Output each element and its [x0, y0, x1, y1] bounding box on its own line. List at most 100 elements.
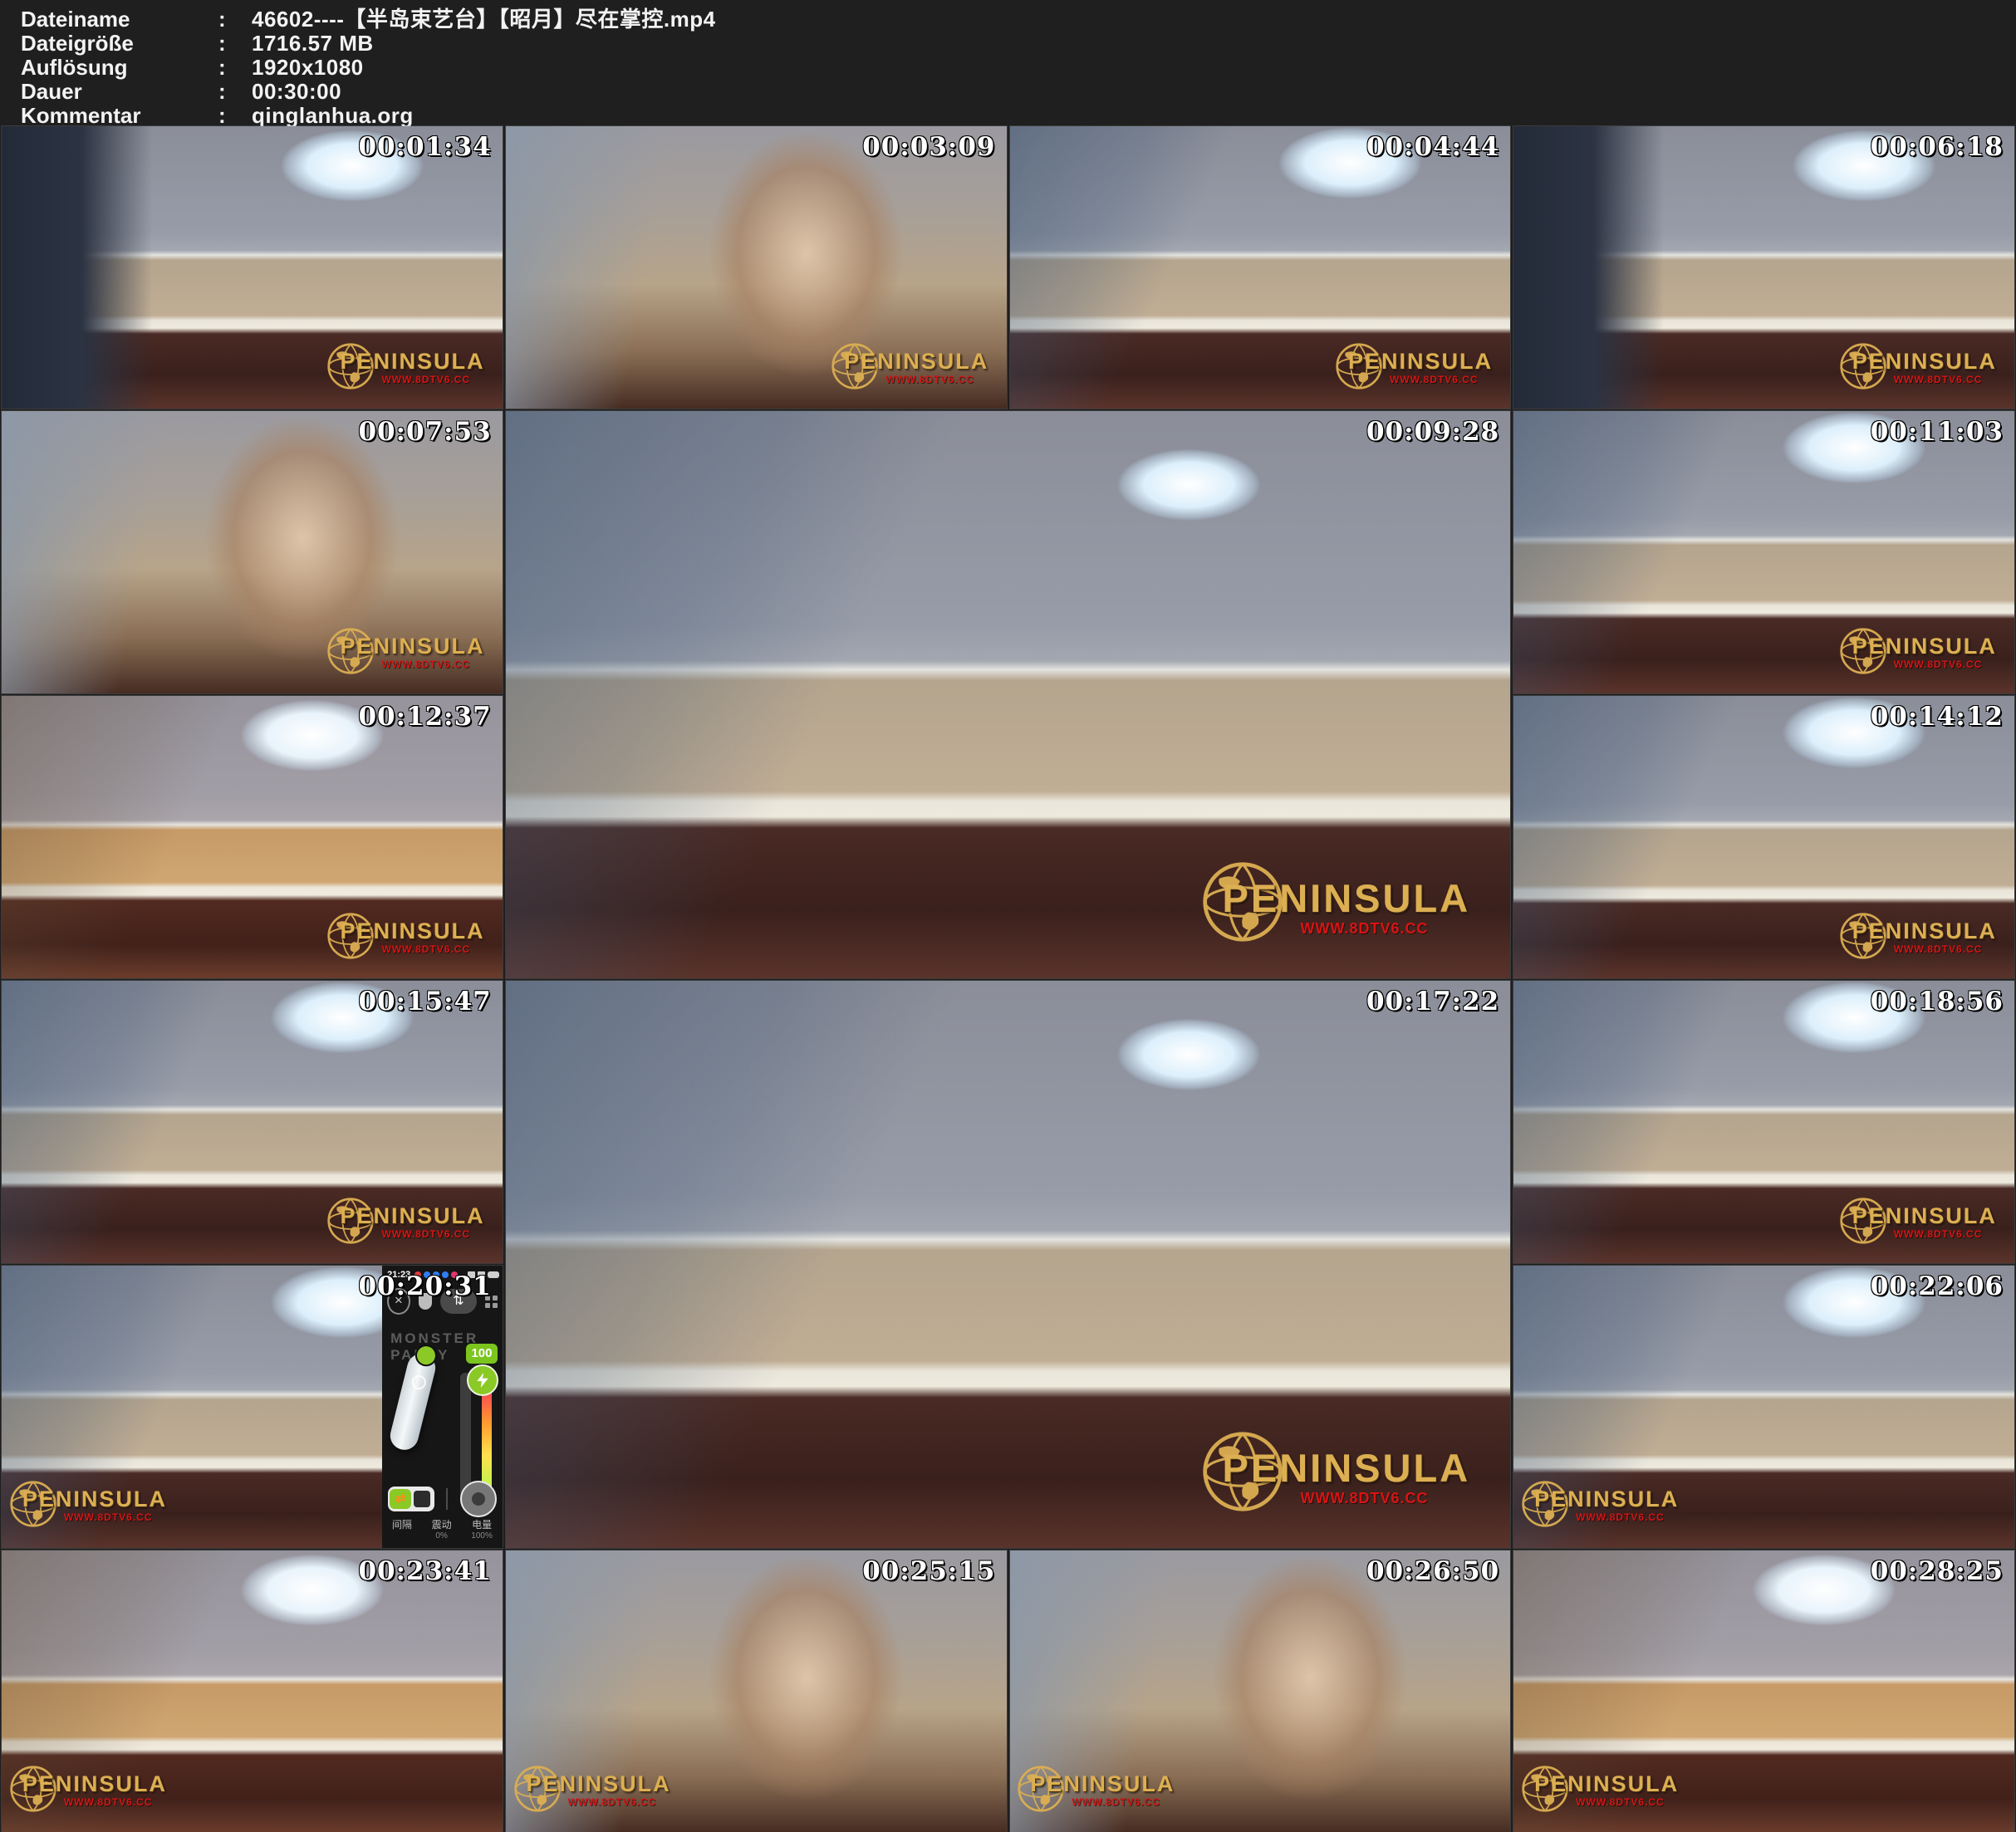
vibration-button — [460, 1481, 497, 1517]
meta-colon: : — [218, 7, 252, 32]
meta-colon: : — [218, 80, 252, 104]
watermark-brand: PENINSULA — [1852, 1203, 1997, 1229]
meta-colon: : — [218, 56, 252, 80]
video-thumbnail: PENINSULA WWW.8DTV6.CC 00:01:34 — [2, 126, 503, 409]
timestamp-badge: 00:26:50 — [1366, 1556, 1499, 1586]
peninsula-watermark: PENINSULA WWW.8DTV6.CC — [328, 632, 486, 685]
watermark-brand: PENINSULA — [844, 349, 988, 375]
peninsula-watermark: PENINSULA WWW.8DTV6.CC — [11, 1485, 169, 1538]
thumbnail-grid: PENINSULA WWW.8DTV6.CC 00:01:34 PENINSUL… — [2, 126, 2014, 1832]
meta-value: 00:30:00 — [252, 80, 341, 104]
phone-label: 间隔 — [392, 1520, 412, 1541]
phone-bottom-controls: ⇄ — [382, 1481, 503, 1517]
watermark-brand: PENINSULA — [527, 1771, 671, 1797]
divider — [446, 1488, 448, 1510]
video-thumbnail: PENINSULA WWW.8DTV6.CC 00:14:12 — [1513, 696, 2014, 978]
peninsula-watermark: PENINSULA WWW.8DTV6.CC — [1204, 1440, 1479, 1531]
video-thumbnail: PENINSULA WWW.8DTV6.CC 00:25:15 — [506, 1550, 1007, 1832]
watermark-url: WWW.8DTV6.CC — [64, 1796, 153, 1808]
watermark-brand: PENINSULA — [1223, 1445, 1471, 1491]
meta-label: Kommentar — [21, 104, 218, 128]
watermark-url: WWW.8DTV6.CC — [1301, 1490, 1429, 1507]
meta-row: Kommentar : qinglanhua.org — [21, 104, 2016, 128]
watermark-brand: PENINSULA — [1348, 349, 1493, 375]
meta-label: Auflösung — [21, 56, 218, 80]
video-thumbnail: PENINSULA WWW.8DTV6.CC 00:26:50 — [1010, 1550, 1511, 1832]
watermark-brand: PENINSULA — [1852, 349, 1997, 375]
peninsula-watermark: PENINSULA WWW.8DTV6.CC — [1523, 1770, 1680, 1823]
video-thumbnail: 21:23 × ⇅ MONSTER PARTY 100 ⇄ — [2, 1266, 503, 1548]
timestamp-badge: 00:15:47 — [358, 987, 491, 1016]
timestamp-badge: 00:04:44 — [1366, 132, 1499, 162]
meta-value: qinglanhua.org — [252, 104, 414, 128]
watermark-brand: PENINSULA — [340, 634, 484, 659]
metadata-header: Dateiname : 46602----【半岛束艺台】【昭月】尽在掌控.mp4… — [0, 0, 2016, 126]
peninsula-watermark: PENINSULA WWW.8DTV6.CC — [832, 347, 990, 400]
timestamp-badge: 00:06:18 — [1871, 132, 2004, 162]
toggle-arrows-icon: ⇄ — [390, 1489, 411, 1509]
phone-label: 电量100% — [471, 1520, 493, 1541]
peninsula-watermark: PENINSULA WWW.8DTV6.CC — [1204, 870, 1479, 962]
timestamp-badge: 00:28:25 — [1871, 1556, 2004, 1586]
video-thumbnail: PENINSULA WWW.8DTV6.CC 00:23:41 — [2, 1550, 503, 1832]
meta-row: Dateiname : 46602----【半岛束艺台】【昭月】尽在掌控.mp4 — [21, 7, 2016, 32]
meta-value: 1920x1080 — [252, 56, 364, 80]
peninsula-watermark: PENINSULA WWW.8DTV6.CC — [328, 1202, 486, 1255]
peninsula-watermark: PENINSULA WWW.8DTV6.CC — [1841, 632, 1999, 685]
watermark-brand: PENINSULA — [340, 349, 484, 375]
timestamp-badge: 00:11:03 — [1871, 417, 2004, 447]
watermark-brand: PENINSULA — [1534, 1487, 1679, 1512]
video-thumbnail: PENINSULA WWW.8DTV6.CC 00:11:03 — [1513, 411, 2014, 693]
timestamp-badge: 00:12:37 — [358, 702, 491, 732]
watermark-url: WWW.8DTV6.CC — [381, 374, 470, 385]
video-thumbnail: PENINSULA WWW.8DTV6.CC 00:28:25 — [1513, 1550, 2014, 1832]
phone-label-value: 0% — [432, 1531, 452, 1541]
watermark-brand: PENINSULA — [1030, 1771, 1175, 1797]
watermark-url: WWW.8DTV6.CC — [1894, 659, 1983, 670]
intensity-value-badge: 100 — [466, 1344, 498, 1364]
timestamp-badge: 00:22:06 — [1871, 1271, 2004, 1301]
toggle-off-box — [414, 1491, 430, 1507]
timestamp-badge: 00:17:22 — [1366, 987, 1499, 1016]
watermark-brand: PENINSULA — [22, 1771, 167, 1797]
watermark-url: WWW.8DTV6.CC — [381, 1228, 470, 1240]
watermark-url: WWW.8DTV6.CC — [381, 943, 470, 955]
meta-colon: : — [218, 32, 252, 56]
watermark-brand: PENINSULA — [22, 1487, 167, 1512]
peninsula-watermark: PENINSULA WWW.8DTV6.CC — [1841, 347, 1999, 400]
meta-row: Auflösung : 1920x1080 — [21, 56, 2016, 80]
peninsula-watermark: PENINSULA WWW.8DTV6.CC — [11, 1770, 169, 1823]
video-thumbnail: PENINSULA WWW.8DTV6.CC 00:04:44 — [1010, 126, 1511, 409]
meta-label: Dateiname — [21, 7, 218, 32]
phone-labels: 间隔震动0%电量100% — [382, 1520, 503, 1541]
watermark-brand: PENINSULA — [340, 918, 484, 944]
wand-device — [388, 1351, 439, 1453]
interval-toggle: ⇄ — [388, 1487, 434, 1511]
video-thumbnail: PENINSULA WWW.8DTV6.CC 00:15:47 — [2, 981, 503, 1263]
watermark-brand: PENINSULA — [1223, 875, 1471, 921]
video-thumbnail: PENINSULA WWW.8DTV6.CC 00:07:53 — [2, 411, 503, 693]
watermark-url: WWW.8DTV6.CC — [64, 1511, 153, 1523]
video-thumbnail: PENINSULA WWW.8DTV6.CC 00:03:09 — [506, 126, 1007, 409]
timestamp-badge: 00:03:09 — [862, 132, 995, 162]
peninsula-watermark: PENINSULA WWW.8DTV6.CC — [1018, 1770, 1176, 1823]
meta-value: 1716.57 MB — [252, 32, 374, 56]
meta-row: Dateigröße : 1716.57 MB — [21, 32, 2016, 56]
timestamp-badge: 00:09:28 — [1366, 417, 1499, 447]
meta-label: Dauer — [21, 80, 218, 104]
watermark-brand: PENINSULA — [340, 1203, 484, 1229]
timestamp-badge: 00:18:56 — [1871, 987, 2004, 1016]
timestamp-badge: 00:14:12 — [1871, 702, 2004, 732]
timestamp-badge: 00:20:31 — [358, 1271, 491, 1301]
watermark-url: WWW.8DTV6.CC — [1301, 920, 1429, 938]
device-button — [410, 1374, 428, 1392]
watermark-url: WWW.8DTV6.CC — [1576, 1796, 1665, 1808]
peninsula-watermark: PENINSULA WWW.8DTV6.CC — [1523, 1485, 1680, 1538]
contact-sheet: Dateiname : 46602----【半岛束艺台】【昭月】尽在掌控.mp4… — [0, 0, 2016, 1832]
peninsula-watermark: PENINSULA WWW.8DTV6.CC — [1337, 347, 1494, 400]
watermark-brand: PENINSULA — [1852, 634, 1997, 659]
watermark-url: WWW.8DTV6.CC — [1390, 374, 1479, 385]
watermark-brand: PENINSULA — [1852, 918, 1997, 944]
timestamp-badge: 00:25:15 — [862, 1556, 995, 1586]
watermark-url: WWW.8DTV6.CC — [1576, 1511, 1665, 1523]
